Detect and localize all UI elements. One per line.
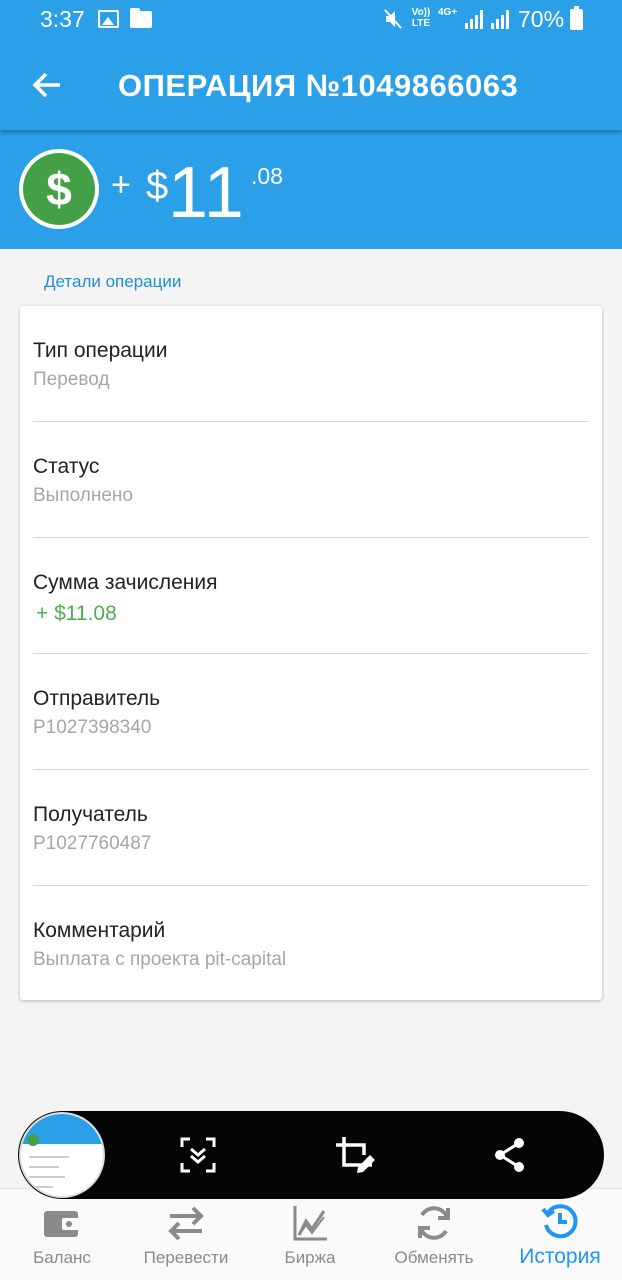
nav-label: Баланс <box>33 1248 91 1267</box>
status-bar: 3:37 Vo)) LTE 4G+ 70% <box>0 0 622 40</box>
detail-value: Выполнено <box>33 485 133 506</box>
nav-label: История <box>519 1245 601 1268</box>
signal-icon <box>491 10 509 29</box>
screenshot-thumbnail[interactable] <box>19 1112 105 1198</box>
detail-label: Статус <box>33 455 100 478</box>
crop-edit-icon[interactable] <box>332 1133 376 1177</box>
amount-currency: $ <box>146 164 169 208</box>
share-icon[interactable] <box>488 1133 532 1177</box>
detail-row-comment: Комментарий Выплата с проекта pit-capita… <box>33 886 589 1002</box>
detail-value: Перевод <box>33 369 110 390</box>
amount-integer: 11 <box>168 153 245 233</box>
exchange-icon <box>418 1206 450 1240</box>
nav-item-history[interactable]: История <box>498 1189 622 1280</box>
signal-icon <box>465 10 483 29</box>
detail-row-type: Тип операции Перевод <box>33 306 589 422</box>
network-type-indicator: 4G+ <box>438 7 458 18</box>
history-icon <box>541 1204 578 1239</box>
mute-icon <box>384 9 402 29</box>
battery-percent: 70% <box>518 6 565 32</box>
detail-label: Получатель <box>33 803 148 826</box>
battery-icon <box>570 6 583 30</box>
detail-value: P1027398340 <box>33 717 152 738</box>
detail-row-amount: Сумма зачисления + $11.08 <box>33 538 589 654</box>
detail-row-sender: Отправитель P1027398340 <box>33 654 589 770</box>
bottom-nav: Баланс Перевести Биржа Обменять История <box>0 1188 622 1280</box>
folder-notification-icon <box>130 8 152 28</box>
chart-icon <box>293 1206 327 1241</box>
nav-item-exchange-market[interactable]: Биржа <box>248 1189 372 1280</box>
page-title: ОПЕРАЦИЯ №1049866063 <box>118 68 519 103</box>
detail-label: Комментарий <box>33 919 166 942</box>
back-arrow-icon[interactable] <box>24 62 70 108</box>
detail-row-status: Статус Выполнено <box>33 422 589 538</box>
amount-decimal: .08 <box>251 163 283 189</box>
dollar-coin-icon: $ <box>19 149 99 229</box>
nav-item-transfer[interactable]: Перевести <box>124 1189 248 1280</box>
section-label: Детали операции <box>44 272 182 291</box>
screenshot-toolbar <box>18 1111 604 1199</box>
transfer-icon <box>168 1206 204 1241</box>
nav-item-balance[interactable]: Баланс <box>0 1189 124 1280</box>
nav-label: Обменять <box>394 1248 474 1267</box>
detail-label: Отправитель <box>33 687 161 710</box>
detail-row-recipient: Получатель P1027760487 <box>33 770 589 886</box>
amount-header: $ + $ 11 .08 <box>0 130 622 249</box>
nav-item-swap[interactable]: Обменять <box>372 1189 496 1280</box>
nav-label: Перевести <box>143 1248 229 1267</box>
details-card: Тип операции Перевод Статус Выполнено Су… <box>20 306 602 1000</box>
wallet-icon <box>44 1211 80 1237</box>
detail-label: Тип операции <box>33 339 168 362</box>
gallery-notification-icon <box>98 10 119 28</box>
detail-value: P1027760487 <box>33 833 152 854</box>
detail-label: Сумма зачисления <box>33 571 218 594</box>
nav-label: Биржа <box>284 1248 336 1267</box>
scroll-capture-icon[interactable] <box>176 1133 220 1177</box>
volte-indicator: Vo)) LTE <box>411 7 431 29</box>
detail-value: Выплата с проекта pit-capital <box>33 949 287 970</box>
detail-value-amount: + $11.08 <box>36 602 117 625</box>
status-time: 3:37 <box>40 6 85 32</box>
amount-sign: + <box>111 166 131 204</box>
app-bar: ОПЕРАЦИЯ №1049866063 <box>0 40 622 130</box>
